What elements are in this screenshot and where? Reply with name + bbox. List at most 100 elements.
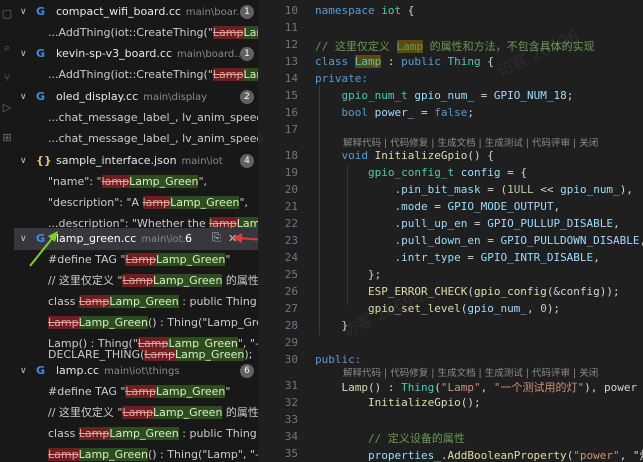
- replace-all-icon[interactable]: ⎘: [212, 231, 224, 245]
- line-number: 26: [284, 285, 298, 298]
- chevron-down-icon[interactable]: ∨: [20, 360, 32, 382]
- code-line: void InitializeGpio() {: [341, 149, 494, 162]
- match-replacement: Lamp_Green: [109, 295, 179, 308]
- match-replacement: Lamp_Green: [153, 274, 223, 287]
- match-replacement: Lamp_Green: [153, 406, 223, 419]
- line-number: 15: [284, 89, 298, 102]
- match-count-badge: 1: [240, 5, 254, 19]
- match-line[interactable]: class LampLamp_Green : public Thing {: [14, 291, 258, 313]
- code-line: Lamp() : Thing("Lamp", "一个测试用的灯"), power: [341, 381, 638, 394]
- json-file-icon: {}: [36, 154, 52, 167]
- match-before: #define TAG ": [48, 385, 126, 398]
- chevron-down-icon[interactable]: ∨: [20, 150, 32, 172]
- code-editor[interactable]: 10 namespace iot { 11 12 // 这里仅定义 Lamp 的…: [258, 0, 643, 462]
- code-line: .intr_type = GPIO_INTR_DISABLE,: [394, 251, 600, 264]
- match-removed: lamp: [101, 175, 130, 188]
- match-line[interactable]: ...AddThing(iot::CreateThing("LampLam: [14, 22, 258, 44]
- search-results-panel: ∨ G compact_wifi_board.cc main\boar... 1 …: [14, 0, 258, 462]
- chevron-down-icon[interactable]: ∨: [20, 43, 32, 65]
- code-line: namespace iot {: [315, 4, 415, 17]
- line-number: 16: [284, 106, 298, 119]
- match-removed: Lamp: [78, 295, 110, 308]
- match-line[interactable]: #define TAG "LampLamp_Green": [14, 381, 258, 403]
- result-file-kevin-sp-v3-board[interactable]: ∨ G kevin-sp-v3_board.cc main\board... 1: [14, 43, 258, 65]
- match-replacement: Lam: [243, 68, 258, 81]
- line-number: 23: [284, 234, 298, 247]
- chevron-down-icon[interactable]: ∨: [20, 1, 32, 23]
- match-removed: Lamp: [48, 316, 79, 329]
- match-replacement: Lamp_Green: [78, 316, 148, 329]
- file-name: oled_display.cc: [56, 90, 139, 103]
- match-line[interactable]: // 这里仅定义 "LampLamp_Green 的属性...: [14, 402, 258, 424]
- files-icon[interactable]: ▢: [1, 8, 13, 20]
- cpp-file-icon: G: [36, 5, 46, 18]
- line-number: 35: [284, 447, 298, 460]
- file-path: main\boar...: [185, 7, 246, 18]
- match-line[interactable]: ...chat_message_label_, lv_anim_speed_cl…: [14, 128, 258, 150]
- match-after: ": [225, 385, 231, 398]
- match-before: // 这里仅定义 ": [48, 406, 123, 419]
- match-removed: Lamp: [212, 68, 244, 81]
- match-removed: Lamp: [48, 448, 79, 461]
- file-name: lamp_green.cc: [56, 232, 137, 245]
- match-count-badge: 1: [240, 47, 254, 61]
- line-number: 21: [284, 200, 298, 213]
- match-line[interactable]: // 这里仅定义 "LampLamp_Green 的属性...: [14, 270, 258, 292]
- match-line[interactable]: "name": "lampLamp_Green",: [14, 171, 258, 193]
- match-count-badge: 2: [240, 90, 254, 104]
- match-before: ...AddThing(iot::CreateThing(": [48, 68, 213, 81]
- match-count-badge: 4: [240, 154, 254, 168]
- match-replacement: Lamp_Green: [156, 253, 226, 266]
- match-after: () : Thing("Lamp", "—...: [147, 448, 258, 461]
- result-file-sample-interface[interactable]: ∨ {} sample_interface.json main\iot 4: [14, 150, 258, 172]
- source-control-icon[interactable]: ⑂: [1, 72, 13, 84]
- code-line: InitializeGpio();: [367, 396, 481, 409]
- run-debug-icon[interactable]: ▷: [1, 102, 13, 114]
- file-name: sample_interface.json: [56, 154, 177, 167]
- code-line: .pull_up_en = GPIO_PULLUP_DISABLE,: [394, 217, 620, 230]
- match-line[interactable]: "description": "A lampLamp_Green",: [14, 192, 258, 214]
- result-file-oled-display[interactable]: ∨ G oled_display.cc main\display 2: [14, 86, 258, 108]
- line-number: 24: [284, 251, 298, 264]
- match-removed: Lamp: [122, 274, 154, 287]
- match-removed: Lamp: [125, 385, 156, 398]
- match-after: () : Thing("Lamp_Green", "—...: [147, 316, 258, 329]
- search-icon[interactable]: ⌕: [1, 42, 13, 54]
- match-text: ...chat_message_label_, lv_anim_speed_cl…: [48, 111, 258, 124]
- match-removed: Lamp: [122, 406, 154, 419]
- match-line[interactable]: LampLamp_Green() : Thing("Lamp_Green", "…: [14, 312, 258, 334]
- code-line: bool power_ = false;: [341, 106, 475, 119]
- match-removed: lamp: [142, 196, 171, 209]
- match-line[interactable]: ...AddThing(iot::CreateThing("LampLam: [14, 64, 258, 86]
- code-line: gpio_config_t config = {: [367, 166, 527, 179]
- code-lens-actions[interactable]: 解释代码 | 代码修复 | 生成文档 | 生成测试 | 代码评审 | 关闭: [343, 365, 598, 379]
- match-count-badge: 6: [240, 364, 254, 378]
- match-replacement: Lamp_Green: [109, 427, 179, 440]
- code-line: class Lamp : public Thing {: [315, 55, 494, 68]
- result-file-compact-wifi-board[interactable]: ∨ G compact_wifi_board.cc main\boar... 1: [14, 1, 258, 23]
- match-line[interactable]: class LampLamp_Green : public Thing {: [14, 423, 258, 445]
- line-number: 30: [284, 353, 298, 366]
- match-after: : public Thing {: [182, 295, 258, 308]
- match-before: "name": ": [48, 175, 102, 188]
- match-after: ",: [198, 175, 208, 188]
- cpp-file-icon: G: [36, 47, 46, 60]
- line-number: 12: [284, 38, 298, 51]
- chevron-down-icon[interactable]: ∨: [20, 86, 32, 108]
- match-before: // 这里仅定义 ": [48, 274, 123, 287]
- file-path: main\iot\things: [104, 366, 180, 377]
- result-file-lamp[interactable]: ∨ G lamp.cc main\iot\things 6: [14, 360, 258, 382]
- match-line[interactable]: ...chat_message_label_, lv_anim_speed_cl…: [14, 107, 258, 129]
- extensions-icon[interactable]: ⊞: [1, 132, 13, 144]
- code-lens-actions[interactable]: 解释代码 | 代码修复 | 生成文档 | 生成测试 | 代码评审 | 关闭: [343, 135, 598, 149]
- match-line[interactable]: LampLamp_Green() : Thing("Lamp", "—...: [14, 444, 258, 462]
- code-line: // 定义设备的属性: [367, 432, 465, 445]
- code-line: private:: [315, 72, 368, 85]
- match-replacement: Lam: [243, 26, 258, 39]
- match-after: ": [225, 253, 231, 266]
- file-path: main\display: [143, 92, 207, 103]
- line-number: 11: [284, 21, 298, 34]
- line-number: 18: [284, 149, 298, 162]
- green-arrow-annotation: [29, 231, 58, 267]
- code-line: gpio_num_t gpio_num_ = GPIO_NUM_18;: [341, 89, 574, 102]
